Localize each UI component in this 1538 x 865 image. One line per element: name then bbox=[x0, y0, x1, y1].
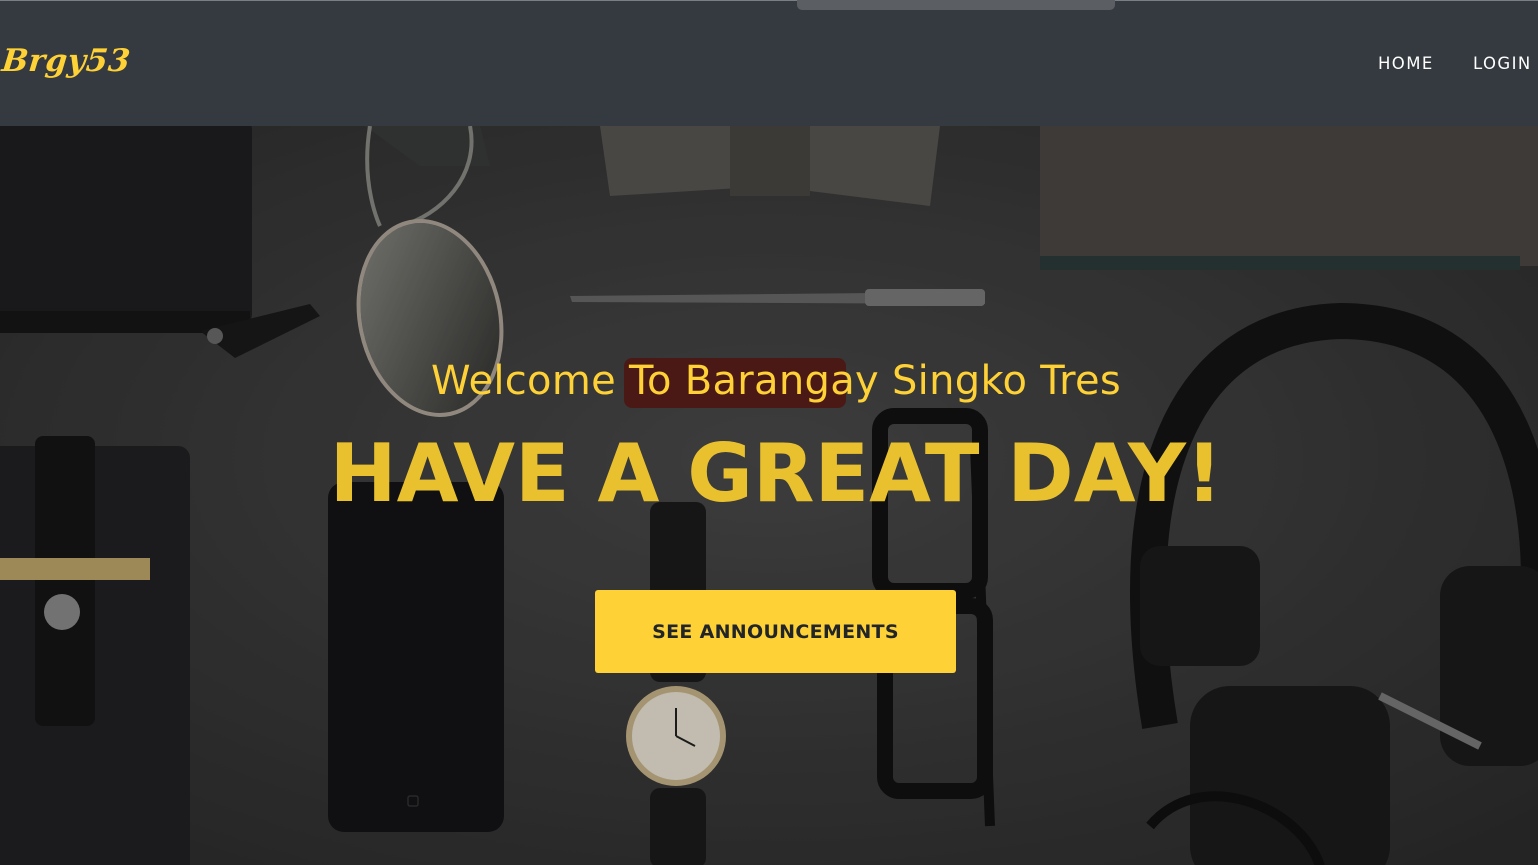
page: Brgy53 HOME LOGIN Welcome To Barangay Si… bbox=[0, 0, 1538, 865]
see-announcements-button[interactable]: SEE ANNOUNCEMENTS bbox=[595, 590, 956, 673]
hero-section: Welcome To Barangay Singko Tres HAVE A G… bbox=[0, 126, 1538, 865]
nav-link-home[interactable]: HOME bbox=[1378, 54, 1434, 73]
main-navbar: Brgy53 HOME LOGIN bbox=[0, 0, 1538, 126]
browser-tab-overlay bbox=[797, 0, 1115, 10]
brand-logo[interactable]: Brgy53 bbox=[0, 43, 132, 79]
nav-link-login[interactable]: LOGIN bbox=[1473, 54, 1532, 73]
hero-heading: HAVE A GREAT DAY! bbox=[329, 427, 1223, 520]
hero-subheading: Welcome To Barangay Singko Tres bbox=[430, 358, 1122, 404]
